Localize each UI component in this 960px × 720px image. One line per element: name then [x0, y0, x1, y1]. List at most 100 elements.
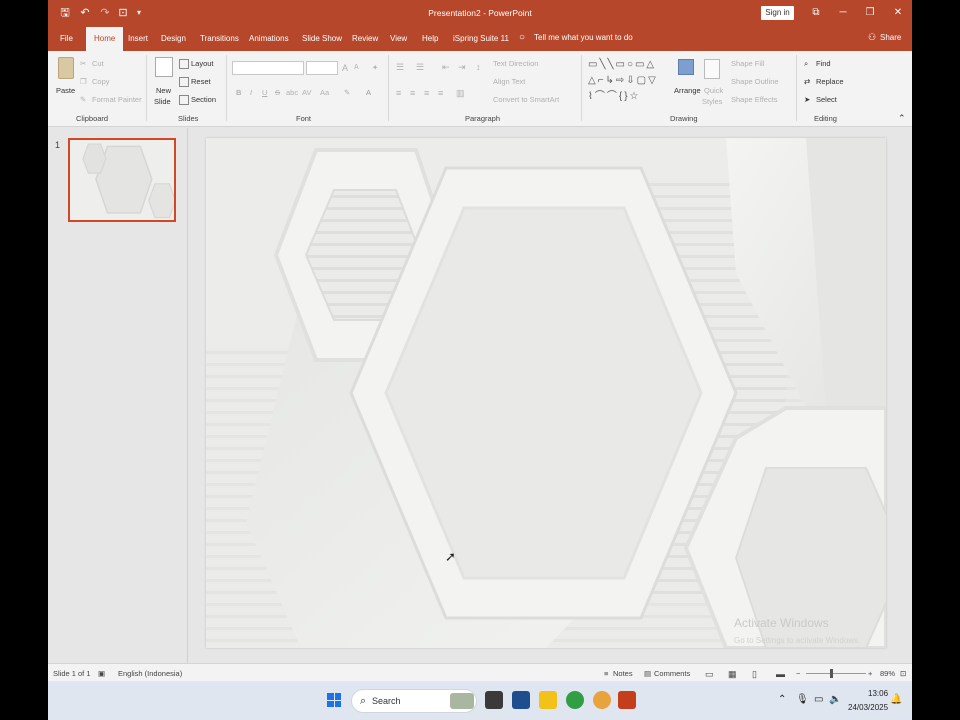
comments-button[interactable]: Comments	[654, 669, 690, 678]
zoom-level[interactable]: 89%	[880, 669, 895, 678]
tab-file[interactable]: File	[60, 34, 73, 43]
copy-button[interactable]: ❐ Copy	[80, 77, 110, 87]
align-left-icon[interactable]: ≡	[396, 88, 401, 98]
new-slide-label-2[interactable]: Slide	[154, 97, 171, 106]
font-name-input[interactable]	[232, 61, 304, 75]
sign-in-button[interactable]: Sign in	[761, 6, 794, 20]
zoom-in-button[interactable]: +	[868, 669, 872, 678]
arrange-button[interactable]: Arrange	[674, 86, 701, 95]
tab-slide-show[interactable]: Slide Show	[302, 34, 342, 43]
underline-button[interactable]: U	[262, 88, 267, 97]
zoom-slider[interactable]	[806, 673, 866, 674]
change-case-button[interactable]: Aa	[320, 88, 329, 97]
grow-font-button[interactable]: A	[342, 63, 348, 73]
share-button[interactable]: Share	[880, 33, 901, 42]
powerpoint-taskbar-icon[interactable]	[618, 691, 636, 709]
chrome-icon[interactable]	[566, 691, 584, 709]
shadow-button[interactable]: abc	[286, 88, 298, 97]
arrange-icon[interactable]	[678, 59, 694, 75]
normal-view-icon[interactable]: ▭	[705, 669, 714, 680]
shape-effects-button[interactable]: Shape Effects	[731, 95, 778, 104]
italic-button[interactable]: I	[250, 88, 252, 97]
minimize-button[interactable]: ─	[833, 4, 853, 22]
slide-thumbnail[interactable]	[68, 138, 176, 222]
quick-styles-label-2[interactable]: Styles	[702, 97, 722, 106]
notification-bell-icon[interactable]: 🔔	[890, 694, 902, 705]
tell-me-search[interactable]: Tell me what you want to do	[534, 33, 633, 42]
line-spacing-icon[interactable]: ↕	[476, 62, 481, 72]
comments-icon[interactable]: ▤	[644, 669, 651, 678]
clock-time[interactable]: 13:06	[868, 689, 888, 698]
text-direction-button[interactable]: Text Direction	[493, 59, 538, 68]
tab-review[interactable]: Review	[352, 34, 378, 43]
numbering-icon[interactable]: ☰	[416, 62, 424, 73]
paste-button[interactable]: Paste	[56, 86, 75, 95]
clear-format-icon[interactable]: ✦	[372, 63, 378, 72]
slideshow-view-icon[interactable]: ▬	[776, 669, 785, 679]
windows-start-icon[interactable]	[327, 693, 341, 707]
store-icon[interactable]	[512, 691, 530, 709]
taskbar-search[interactable]: ⌕ Search	[351, 689, 477, 713]
tab-help[interactable]: Help	[422, 34, 438, 43]
fit-slide-icon[interactable]: ⊡	[900, 669, 906, 678]
shapes-gallery[interactable]: ▭╲╲▭○▭△ △⌐↳⇨⇩▢▽ ⌇⌒⌒{}☆	[588, 57, 674, 107]
quick-styles-label[interactable]: Quick	[704, 86, 723, 95]
volume-icon[interactable]: 🔈	[829, 694, 841, 705]
reset-button[interactable]: Reset	[179, 77, 211, 88]
select-button[interactable]: ➤ Select	[804, 95, 837, 105]
shape-fill-button[interactable]: Shape Fill	[731, 59, 764, 68]
clock-date[interactable]: 24/03/2025	[848, 703, 888, 712]
cut-button[interactable]: ✂ Cut	[80, 59, 104, 69]
task-view-icon[interactable]	[485, 691, 503, 709]
network-icon[interactable]: ▭	[814, 694, 823, 705]
collapse-ribbon-icon[interactable]: ⌃	[898, 113, 906, 124]
highlight-icon[interactable]: ✎	[344, 88, 350, 97]
restore-button[interactable]: ❐	[860, 4, 880, 22]
columns-icon[interactable]: ▥	[456, 88, 465, 99]
notes-button[interactable]: Notes	[613, 669, 633, 678]
browser-icon[interactable]	[593, 691, 611, 709]
tab-view[interactable]: View	[390, 34, 407, 43]
align-text-button[interactable]: Align Text	[493, 77, 525, 86]
notes-icon[interactable]: ≡	[604, 669, 608, 678]
tab-transitions[interactable]: Transitions	[200, 34, 239, 43]
slide-canvas[interactable]	[206, 138, 886, 648]
zoom-slider-thumb[interactable]	[830, 669, 833, 678]
language-indicator[interactable]: English (Indonesia)	[118, 669, 182, 678]
find-button[interactable]: ⌕ Find	[804, 59, 831, 69]
increase-indent-icon[interactable]: ⇥	[458, 62, 466, 73]
new-slide-label[interactable]: New	[156, 86, 171, 95]
bullets-icon[interactable]: ☰	[396, 62, 404, 73]
font-color-button[interactable]: A	[366, 88, 371, 97]
reading-view-icon[interactable]: ▯	[752, 669, 757, 680]
decrease-indent-icon[interactable]: ⇤	[442, 62, 450, 73]
tab-ispring[interactable]: iSpring Suite 11	[453, 34, 509, 43]
font-size-input[interactable]	[306, 61, 338, 75]
close-button[interactable]: ✕	[888, 4, 908, 22]
file-explorer-icon[interactable]	[539, 691, 557, 709]
tab-home[interactable]: Home	[86, 27, 124, 51]
shape-outline-button[interactable]: Shape Outline	[731, 77, 779, 86]
new-slide-icon[interactable]	[155, 57, 173, 77]
ribbon-display-icon[interactable]: ⧉	[806, 4, 826, 22]
strikethrough-button[interactable]: S	[275, 88, 280, 97]
tab-insert[interactable]: Insert	[128, 34, 148, 43]
bold-button[interactable]: B	[236, 88, 241, 97]
slide-sorter-icon[interactable]: ▦	[728, 669, 737, 680]
tab-animations[interactable]: Animations	[249, 34, 289, 43]
tab-design[interactable]: Design	[161, 34, 186, 43]
quick-styles-icon[interactable]	[704, 59, 720, 79]
show-hidden-icons[interactable]: ⌃	[778, 694, 786, 705]
justify-icon[interactable]: ≡	[438, 88, 443, 98]
paste-icon[interactable]	[58, 57, 74, 79]
replace-button[interactable]: ⇄ Replace	[804, 77, 844, 87]
format-painter-button[interactable]: ✎ Format Painter	[80, 95, 142, 105]
char-spacing-button[interactable]: AV	[302, 88, 311, 97]
microphone-icon[interactable]: 🎙	[796, 694, 809, 705]
align-center-icon[interactable]: ≡	[410, 88, 415, 98]
align-right-icon[interactable]: ≡	[424, 88, 429, 98]
layout-button[interactable]: Layout	[179, 59, 214, 70]
shrink-font-button[interactable]: A	[354, 64, 359, 71]
zoom-out-button[interactable]: −	[796, 669, 800, 678]
convert-smartart-button[interactable]: Convert to SmartArt	[493, 95, 559, 104]
